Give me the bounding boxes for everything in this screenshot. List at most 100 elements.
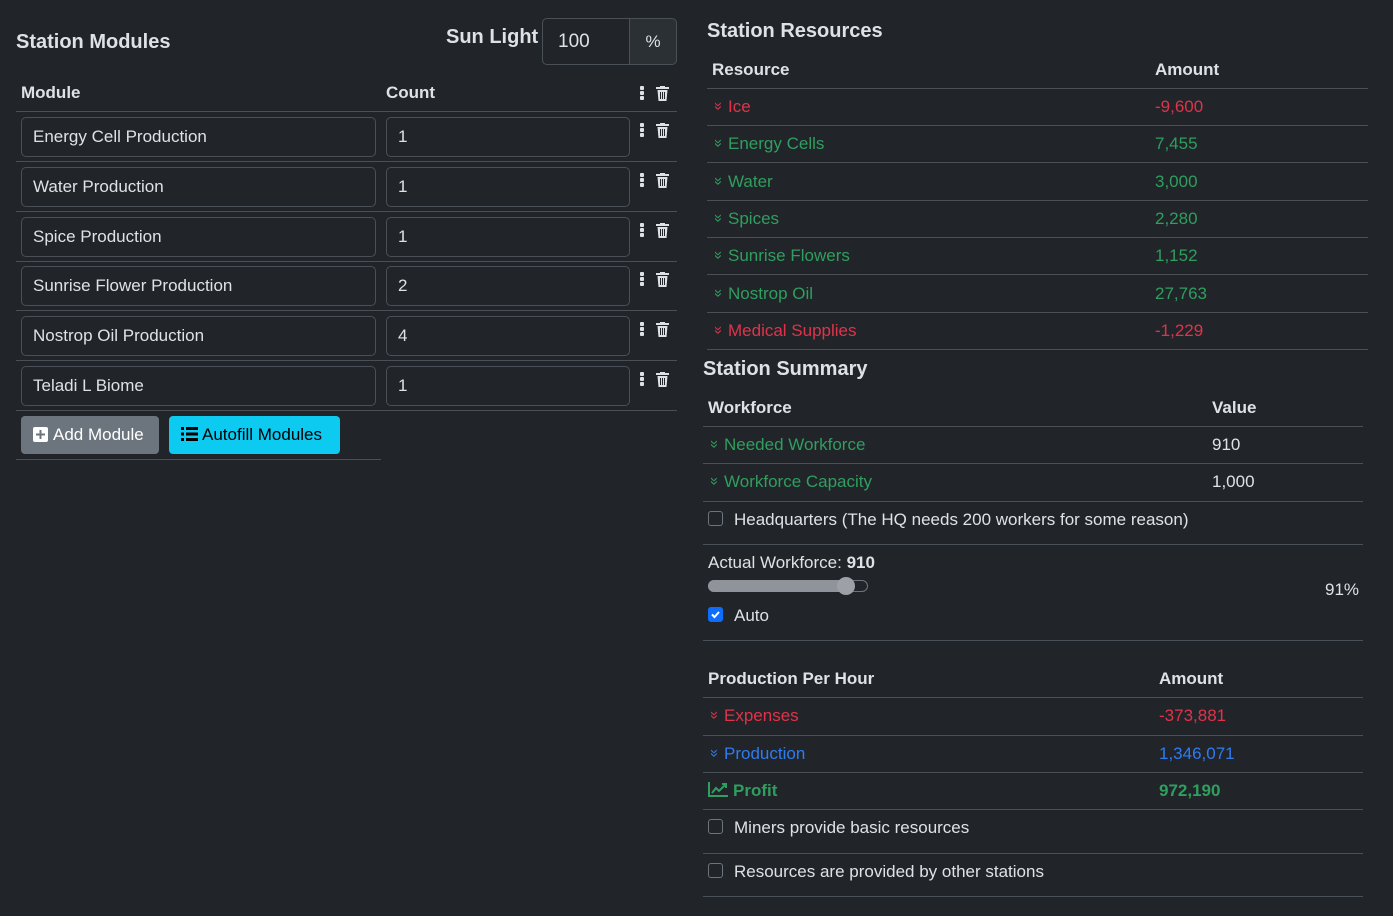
module-count-input[interactable]: 1 bbox=[386, 167, 630, 207]
trash-icon[interactable] bbox=[656, 372, 669, 387]
column-header-module: Module bbox=[21, 83, 81, 102]
column-header-value: Value bbox=[1212, 398, 1257, 417]
resource-row-toggle[interactable]: »Nostrop Oil bbox=[710, 284, 814, 304]
module-count-input[interactable]: 1 bbox=[386, 117, 630, 157]
resource-amount: 2,280 bbox=[1155, 209, 1198, 228]
station-summary-title: Station Summary bbox=[703, 358, 868, 380]
check-icon bbox=[711, 611, 720, 619]
expenses-toggle[interactable]: »Expenses bbox=[706, 706, 799, 726]
production-value: 1,346,071 bbox=[1159, 744, 1235, 763]
profit-label: Profit bbox=[733, 781, 778, 800]
slider-thumb[interactable] bbox=[837, 577, 855, 595]
module-count-input[interactable]: 2 bbox=[386, 266, 630, 306]
profit-value: 972,190 bbox=[1159, 781, 1221, 800]
slider-fill bbox=[708, 580, 854, 592]
resource-amount: -1,229 bbox=[1155, 321, 1204, 340]
plus-square-icon bbox=[33, 427, 48, 442]
trash-icon[interactable] bbox=[656, 123, 669, 138]
module-name-input[interactable]: Spice Production bbox=[21, 217, 376, 257]
kebab-menu-icon[interactable] bbox=[640, 322, 644, 337]
trash-icon[interactable] bbox=[656, 173, 669, 188]
resource-name: Spices bbox=[728, 209, 780, 228]
chevron-double-down-icon: » bbox=[706, 710, 723, 719]
other-stations-label: Resources are provided by other stations bbox=[734, 862, 1044, 881]
headquarters-label: Headquarters (The HQ needs 200 workers f… bbox=[734, 510, 1189, 529]
trash-icon[interactable] bbox=[656, 86, 669, 101]
chevron-double-down-icon: » bbox=[706, 439, 723, 448]
resource-row-toggle[interactable]: »Spices bbox=[710, 209, 780, 229]
kebab-menu-icon[interactable] bbox=[640, 86, 644, 101]
production-toggle[interactable]: »Production bbox=[706, 744, 806, 764]
autofill-modules-label: Autofill Modules bbox=[202, 425, 323, 444]
station-resources-title: Station Resources bbox=[707, 20, 883, 42]
chevron-double-down-icon: » bbox=[706, 476, 723, 485]
production-label: Production bbox=[724, 744, 806, 763]
sunlight-label: Sun Light bbox=[446, 26, 539, 48]
needed-workforce-label: Needed Workforce bbox=[724, 435, 866, 454]
actual-workforce-value: 910 bbox=[846, 553, 875, 572]
module-count-input[interactable]: 4 bbox=[386, 316, 630, 356]
resource-name: Medical Supplies bbox=[728, 321, 857, 340]
add-module-label: Add Module bbox=[53, 425, 144, 444]
module-name-input[interactable]: Teladi L Biome bbox=[21, 366, 376, 406]
module-name-input[interactable]: Nostrop Oil Production bbox=[21, 316, 376, 356]
resource-amount: 7,455 bbox=[1155, 134, 1198, 153]
trash-icon[interactable] bbox=[656, 223, 669, 238]
resource-row-toggle[interactable]: »Energy Cells bbox=[710, 134, 825, 154]
chevron-double-down-icon: » bbox=[710, 288, 727, 297]
column-header-workforce: Workforce bbox=[708, 398, 792, 417]
auto-label: Auto bbox=[734, 606, 769, 625]
headquarters-checkbox[interactable] bbox=[708, 511, 723, 526]
kebab-menu-icon[interactable] bbox=[640, 272, 644, 287]
resource-name: Nostrop Oil bbox=[728, 284, 814, 303]
add-module-button[interactable]: Add Module bbox=[21, 416, 159, 454]
sunlight-input[interactable]: 100 bbox=[542, 18, 631, 65]
column-header-production-amount: Amount bbox=[1159, 669, 1224, 688]
resource-amount: 1,152 bbox=[1155, 246, 1198, 265]
workforce-slider[interactable] bbox=[708, 577, 868, 595]
chevron-double-down-icon: » bbox=[710, 250, 727, 259]
workforce-capacity-toggle[interactable]: »Workforce Capacity bbox=[706, 472, 873, 492]
auto-checkbox[interactable] bbox=[708, 607, 723, 622]
resource-row-toggle[interactable]: »Water bbox=[710, 172, 773, 192]
kebab-menu-icon[interactable] bbox=[640, 223, 644, 238]
resource-name: Ice bbox=[728, 97, 751, 116]
module-name-input[interactable]: Water Production bbox=[21, 167, 376, 207]
chevron-double-down-icon: » bbox=[710, 176, 727, 185]
actual-workforce-text: Actual Workforce: bbox=[708, 553, 847, 572]
module-count-input[interactable]: 1 bbox=[386, 366, 630, 406]
resource-amount: 3,000 bbox=[1155, 172, 1198, 191]
autofill-modules-button[interactable]: Autofill Modules bbox=[169, 416, 340, 454]
expenses-value: -373,881 bbox=[1159, 706, 1227, 725]
workforce-capacity-value: 1,000 bbox=[1212, 472, 1255, 491]
miners-checkbox[interactable] bbox=[708, 819, 723, 834]
kebab-menu-icon[interactable] bbox=[640, 372, 644, 387]
chevron-double-down-icon: » bbox=[710, 101, 727, 110]
list-icon bbox=[181, 427, 198, 441]
chevron-double-down-icon: » bbox=[710, 138, 727, 147]
trash-icon[interactable] bbox=[656, 272, 669, 287]
module-name-input[interactable]: Energy Cell Production bbox=[21, 117, 376, 157]
sunlight-unit: % bbox=[629, 18, 677, 65]
station-modules-title: Station Modules bbox=[16, 31, 171, 53]
chevron-double-down-icon: » bbox=[710, 213, 727, 222]
resource-amount: 27,763 bbox=[1155, 284, 1207, 303]
resource-row-toggle[interactable]: »Sunrise Flowers bbox=[710, 246, 850, 266]
trash-icon[interactable] bbox=[656, 322, 669, 337]
module-count-input[interactable]: 1 bbox=[386, 217, 630, 257]
resource-name: Energy Cells bbox=[728, 134, 825, 153]
resource-name: Water bbox=[728, 172, 773, 191]
needed-workforce-value: 910 bbox=[1212, 435, 1241, 454]
module-name-input[interactable]: Sunrise Flower Production bbox=[21, 266, 376, 306]
column-header-production: Production Per Hour bbox=[708, 669, 875, 688]
kebab-menu-icon[interactable] bbox=[640, 123, 644, 138]
needed-workforce-toggle[interactable]: »Needed Workforce bbox=[706, 435, 866, 455]
workforce-capacity-label: Workforce Capacity bbox=[724, 472, 873, 491]
kebab-menu-icon[interactable] bbox=[640, 173, 644, 188]
resource-row-toggle[interactable]: »Medical Supplies bbox=[710, 321, 857, 341]
column-header-count: Count bbox=[386, 83, 436, 102]
chevron-double-down-icon: » bbox=[706, 748, 723, 757]
other-stations-checkbox[interactable] bbox=[708, 863, 723, 878]
expenses-label: Expenses bbox=[724, 706, 799, 725]
resource-row-toggle[interactable]: »Ice bbox=[710, 97, 751, 117]
